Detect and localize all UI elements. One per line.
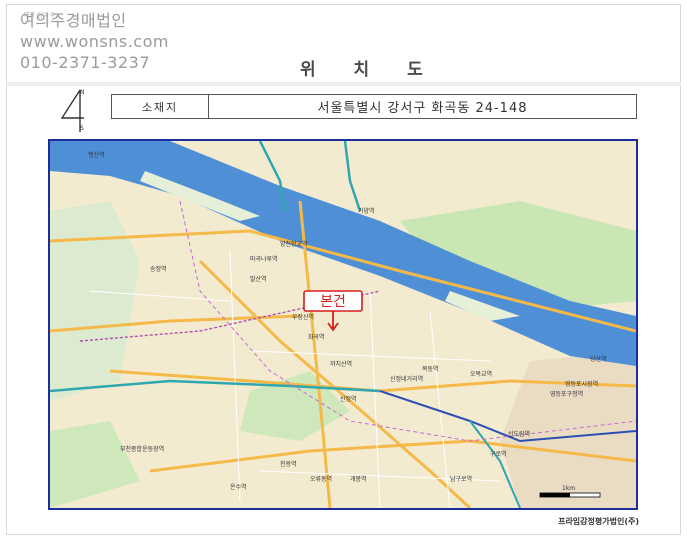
watermark-phone: 010-2371-3237 [20, 53, 151, 72]
map-place-label: 신정네거리역 [390, 375, 423, 383]
subject-marker-label: 본건 [320, 294, 346, 310]
map-place-label: 구로역 [490, 450, 507, 458]
map-place-label: 오류동역 [310, 475, 332, 483]
compass-south-label: S [80, 125, 84, 132]
map-place-label: 영등포구청역 [550, 390, 583, 398]
map-place-label: 천왕역 [280, 460, 297, 468]
map-place-label: 영등포시장역 [565, 380, 598, 388]
map-place-label: 가양역 [358, 207, 375, 215]
scale-bar-fill [540, 493, 570, 497]
map-place-label: 오목교역 [470, 370, 492, 378]
compass-north-label: N [80, 89, 85, 96]
watermark-company: 여의주경매법인 [20, 11, 127, 30]
map-place-label: 마곡나루역 [250, 255, 278, 263]
scale-bar-label: 1km [562, 485, 575, 492]
footer-appraiser: 프라임감정평가법인(주) [558, 517, 639, 526]
map-place-label: 양천향교역 [280, 240, 308, 248]
watermark: 여의주경매법인 www.wonsns.com 010-2371-3237 [20, 10, 169, 73]
map-place-label: 부천종합운동장역 [120, 445, 164, 453]
map-place-label: 발산역 [250, 275, 267, 283]
title-divider [6, 82, 681, 86]
map-place-label: 목동역 [422, 365, 439, 373]
map-place-label: 당산역 [590, 355, 607, 363]
map-place-label: 개봉역 [350, 475, 367, 483]
map-place-label: 행신역 [88, 151, 105, 159]
map-place-label: 까치산역 [330, 360, 352, 368]
map-place-label: 신도림역 [508, 430, 530, 438]
map-place-label: 남구로역 [450, 475, 472, 483]
watermark-website: www.wonsns.com [20, 32, 169, 51]
address-value: 서울특별시 강서구 화곡동 24-148 [317, 101, 528, 116]
address-box: 소재지 서울특별시 강서구 화곡동 24-148 [111, 94, 637, 119]
location-map[interactable]: 행신역 마곡나루역 양천향교역 가양역 우장산역 화곡역 까치산역 신정네거리역… [48, 139, 638, 510]
map-place-label: 송정역 [150, 265, 167, 273]
map-canvas: 행신역 마곡나루역 양천향교역 가양역 우장산역 화곡역 까치산역 신정네거리역… [50, 141, 636, 508]
map-place-label: 화곡역 [308, 333, 325, 341]
page-title: 위 치 도 [300, 60, 439, 80]
map-place-label: 우장산역 [292, 313, 314, 321]
map-place-label: 온수역 [230, 483, 247, 491]
address-label: 소재지 [112, 95, 209, 118]
map-place-label: 신정역 [340, 395, 357, 403]
